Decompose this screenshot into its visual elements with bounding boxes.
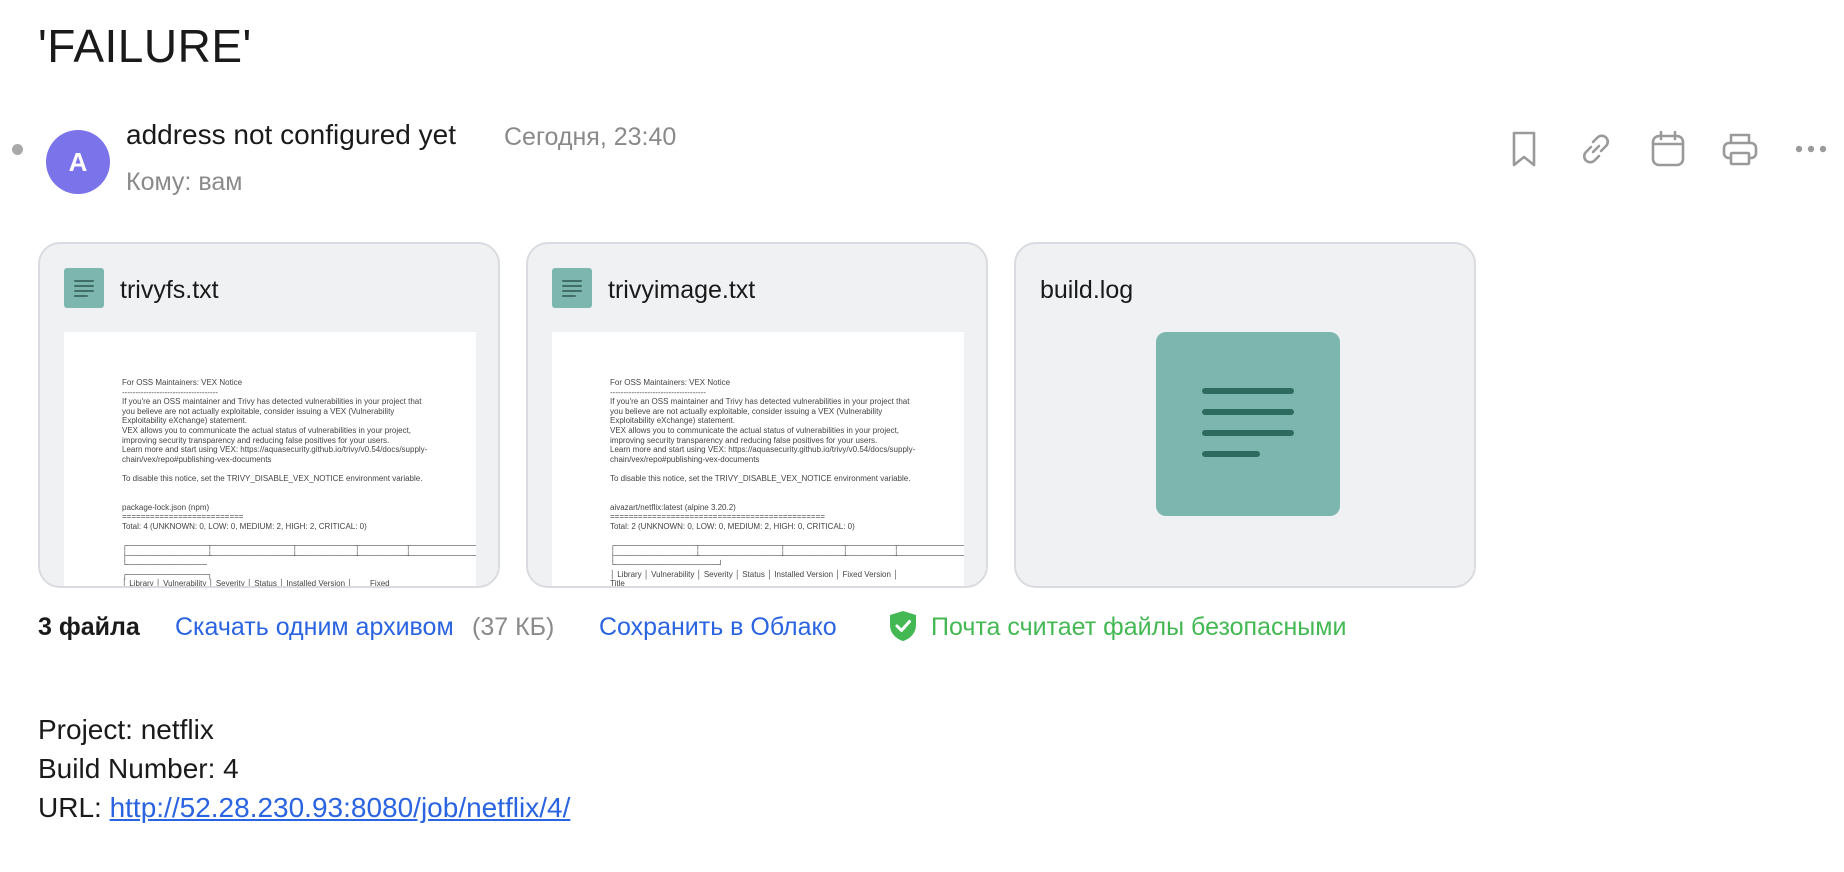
build-number-line: Build Number: 4: [38, 753, 239, 784]
unread-indicator[interactable]: [12, 144, 23, 155]
save-to-cloud-link[interactable]: Сохранить в Облако: [599, 610, 837, 644]
text-file-icon: [64, 268, 104, 308]
safe-files-notice: Почта считает файлы безопасными: [931, 613, 1347, 641]
download-size: (37 КБ): [472, 613, 555, 641]
attachment-name: build.log: [1040, 276, 1134, 304]
attachment-name: trivyimage.txt: [608, 276, 756, 304]
download-archive-link[interactable]: Скачать одним архивом: [175, 610, 454, 644]
sender-avatar[interactable]: A: [46, 130, 110, 194]
more-icon[interactable]: [1792, 130, 1830, 168]
print-icon[interactable]: [1721, 130, 1759, 168]
job-url-link[interactable]: http://52.28.230.93:8080/job/netflix/4/: [110, 792, 571, 823]
preview-text: For OSS Maintainers: VEX Notice --------…: [122, 378, 476, 588]
text-file-icon: [552, 268, 592, 308]
link-icon[interactable]: [1577, 130, 1615, 168]
email-recipient[interactable]: Кому: вам: [126, 165, 242, 199]
preview-text: For OSS Maintainers: VEX Notice --------…: [610, 378, 964, 588]
text-file-icon: [1156, 332, 1340, 516]
project-line: Project: netflix: [38, 714, 214, 745]
email-body: Project: netflix Build Number: 4 URL: ht…: [38, 710, 570, 827]
attachment-preview: For OSS Maintainers: VEX Notice --------…: [64, 332, 476, 588]
calendar-icon[interactable]: [1649, 130, 1687, 168]
email-subject: 'FAILURE': [38, 20, 252, 72]
attachment-preview: For OSS Maintainers: VEX Notice --------…: [552, 332, 964, 588]
sender-name[interactable]: address not configured yet: [126, 116, 456, 154]
email-date: Сегодня, 23:40: [504, 123, 677, 151]
shield-check-icon: [888, 610, 918, 651]
url-label: URL:: [38, 792, 110, 823]
attachment-card-trivyimage[interactable]: trivyimage.txt For OSS Maintainers: VEX …: [526, 242, 988, 588]
attachment-count: 3 файла: [38, 613, 140, 641]
attachment-card-buildlog[interactable]: build.log: [1014, 242, 1476, 588]
attachment-card-trivyfs[interactable]: trivyfs.txt For OSS Maintainers: VEX Not…: [38, 242, 500, 588]
url-line: URL: http://52.28.230.93:8080/job/netfli…: [38, 788, 570, 827]
bookmark-icon[interactable]: [1505, 130, 1543, 168]
attachment-name: trivyfs.txt: [120, 276, 219, 304]
